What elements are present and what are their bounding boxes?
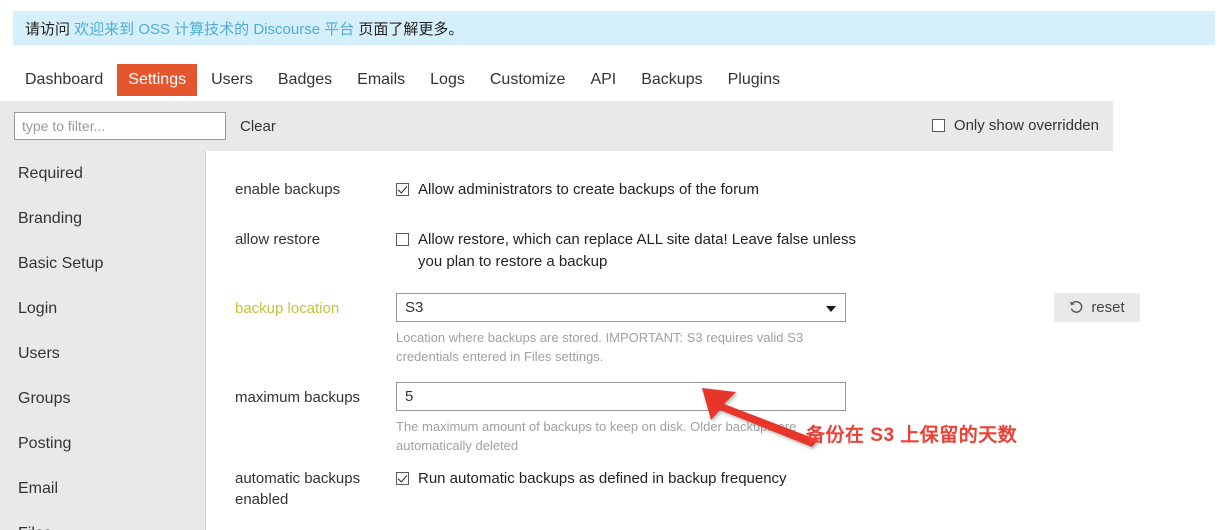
enable-backups-text: Allow administrators to create backups o… [418, 181, 759, 198]
backup-location-description: Location where backups are stored. IMPOR… [396, 330, 804, 364]
sidebar-item-groups[interactable]: Groups [0, 376, 205, 421]
chevron-down-icon [826, 306, 836, 312]
enable-backups-checkbox[interactable] [396, 183, 409, 196]
sidebar-item-branding[interactable]: Branding [0, 196, 205, 241]
enable-backups-checkbox-row[interactable]: Allow administrators to create backups o… [396, 179, 759, 201]
setting-body-backup-location: S3 Location where backups are stored. IM… [396, 293, 1140, 366]
only-show-overridden-label: Only show overridden [953, 117, 1099, 134]
setting-body-maximum-backups: The maximum amount of backups to keep on… [396, 382, 846, 455]
banner-suffix: 页面了解更多。 [354, 20, 464, 38]
clear-filter-button[interactable]: Clear [240, 118, 276, 135]
nav-item-logs[interactable]: Logs [419, 64, 476, 96]
sidebar-item-email[interactable]: Email [0, 466, 205, 511]
allow-restore-text: Allow restore, which can replace ALL sit… [418, 231, 857, 270]
setting-label-allow-restore: allow restore [235, 231, 321, 248]
banner-prefix: 请访问 [25, 20, 75, 38]
backup-location-value: S3 [405, 299, 424, 316]
sidebar-item-files[interactable]: Files [0, 511, 205, 530]
search-input[interactable] [14, 112, 226, 140]
sidebar-item-posting[interactable]: Posting [0, 421, 205, 466]
nav-item-plugins[interactable]: Plugins [717, 64, 791, 96]
setting-body-allow-restore: Allow restore, which can replace ALL sit… [396, 229, 863, 273]
nav-item-emails[interactable]: Emails [346, 64, 416, 96]
setting-body-enable-backups: Allow administrators to create backups o… [396, 179, 759, 201]
backup-location-select[interactable]: S3 [396, 293, 846, 322]
automatic-backups-checkbox[interactable] [396, 472, 409, 485]
nav-item-api[interactable]: API [579, 64, 627, 96]
admin-nav: Dashboard Settings Users Badges Emails L… [0, 58, 1229, 101]
banner-link[interactable]: 欢迎来到 OSS 计算技术的 Discourse 平台 [74, 21, 354, 38]
settings-category-sidebar[interactable]: Required Branding Basic Setup Login User… [0, 151, 206, 530]
annotation-label: 备份在 S3 上保留的天数 [806, 425, 1018, 446]
nav-item-backups[interactable]: Backups [630, 64, 713, 96]
allow-restore-checkbox[interactable] [396, 233, 409, 246]
setting-label-maximum-backups: maximum backups [235, 389, 361, 406]
setting-body-automatic-backups-enabled: Run automatic backups as defined in back… [396, 468, 787, 490]
nav-item-badges[interactable]: Badges [267, 64, 343, 96]
sidebar-item-users[interactable]: Users [0, 331, 205, 376]
nav-item-customize[interactable]: Customize [479, 64, 577, 96]
undo-icon [1069, 300, 1084, 315]
automatic-backups-text: Run automatic backups as defined in back… [418, 470, 787, 487]
info-banner: 请访问 欢迎来到 OSS 计算技术的 Discourse 平台 页面了解更多。 [13, 11, 1215, 45]
automatic-backups-checkbox-row[interactable]: Run automatic backups as defined in back… [396, 468, 787, 490]
allow-restore-checkbox-row[interactable]: Allow restore, which can replace ALL sit… [396, 229, 863, 273]
maximum-backups-input[interactable] [396, 382, 846, 411]
nav-item-users[interactable]: Users [200, 64, 264, 96]
nav-item-settings[interactable]: Settings [117, 63, 198, 96]
sidebar-item-basic-setup[interactable]: Basic Setup [0, 241, 205, 286]
only-show-overridden-checkbox[interactable] [931, 119, 945, 132]
setting-label-backup-location: backup location [235, 300, 340, 317]
sidebar-item-login[interactable]: Login [0, 286, 205, 331]
banner-text: 请访问 欢迎来到 OSS 计算技术的 Discourse 平台 页面了解更多。 [25, 18, 463, 39]
settings-filter-bar: Clear Only show overridden [0, 101, 1113, 151]
reset-label: reset [1091, 299, 1125, 316]
settings-content: enable backups Allow administrators to c… [207, 151, 1229, 530]
backup-location-reset-button[interactable]: reset [1054, 293, 1140, 322]
setting-label-automatic-backups-enabled: automatic backups enabled [235, 470, 361, 508]
only-show-overridden-toggle[interactable]: Only show overridden [931, 117, 1099, 134]
sidebar-item-required[interactable]: Required [0, 151, 205, 196]
nav-item-dashboard[interactable]: Dashboard [14, 64, 114, 96]
setting-label-enable-backups: enable backups [235, 181, 341, 198]
maximum-backups-description: The maximum amount of backups to keep on… [396, 419, 797, 453]
